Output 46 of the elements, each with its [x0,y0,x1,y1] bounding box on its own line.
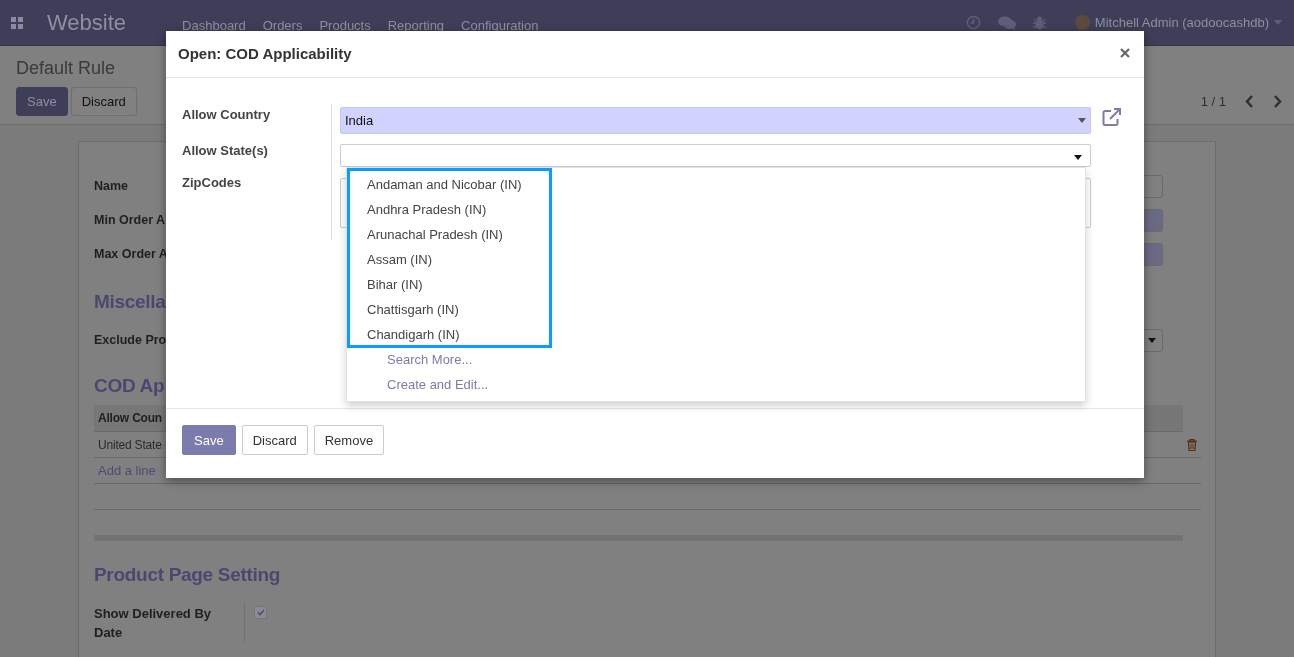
field-label: ZipCodes [182,175,242,190]
discard-button[interactable]: Discard [70,87,137,116]
save-button[interactable]: Save [182,425,236,455]
pager-value: 1 / 1 [1200,94,1226,109]
chevron-left-icon[interactable] [1245,95,1254,108]
dialog-title: Open: COD Applicability [178,44,352,62]
remove-button[interactable]: Remove [313,425,385,455]
table-cell: United State [98,437,162,452]
field-label: Allow State(s) [182,143,268,158]
dropdown-action-link[interactable]: Search More... [347,347,1085,372]
bug-icon[interactable] [1032,15,1046,30]
clock-icon[interactable] [965,15,981,30]
checkbox[interactable] [254,606,267,619]
close-icon[interactable] [1120,48,1130,58]
save-button[interactable]: Save [16,87,68,116]
app-name: Website [47,9,127,36]
menu-item[interactable]: Configuration [461,18,539,33]
section-heading: Product Page Setting [94,564,281,586]
dropdown-action-link[interactable]: Create and Edit... [347,372,1085,397]
avatar-circle [1074,15,1090,30]
caret-icon [1074,155,1082,160]
page-title: Default Rule [16,58,117,79]
trash-icon[interactable] [1187,438,1197,451]
external-link-icon[interactable] [1102,108,1122,126]
caret-icon [1148,337,1156,343]
field-label: Show Delivered By Date [94,604,245,642]
chevron-right-icon[interactable] [1273,95,1282,108]
chat-icon[interactable] [997,15,1016,30]
field-label: Exclude Pro [94,333,167,347]
field-label: Allow Country [182,107,271,122]
section-heading: Miscella [94,291,166,313]
caret-icon [1078,118,1086,123]
menu-item[interactable]: Orders [262,18,303,33]
field-label: Name [94,179,129,193]
discard-button[interactable]: Discard [241,425,308,455]
select-field[interactable] [340,144,1091,167]
field-label: Min Order A [94,213,166,227]
menu-item[interactable]: Products [319,18,371,33]
menu-item[interactable]: Reporting [387,18,445,33]
apps-grid-icon[interactable] [11,16,23,29]
menu-item[interactable]: Dashboard [182,18,246,33]
caret-icon[interactable] [1274,20,1282,25]
section-heading: COD Ap [94,375,165,397]
user-name[interactable]: Mitchell Admin (aodoocashdb) [1094,15,1269,30]
column-header[interactable]: Allow Coun [98,411,162,425]
select-field[interactable]: India [340,107,1091,134]
